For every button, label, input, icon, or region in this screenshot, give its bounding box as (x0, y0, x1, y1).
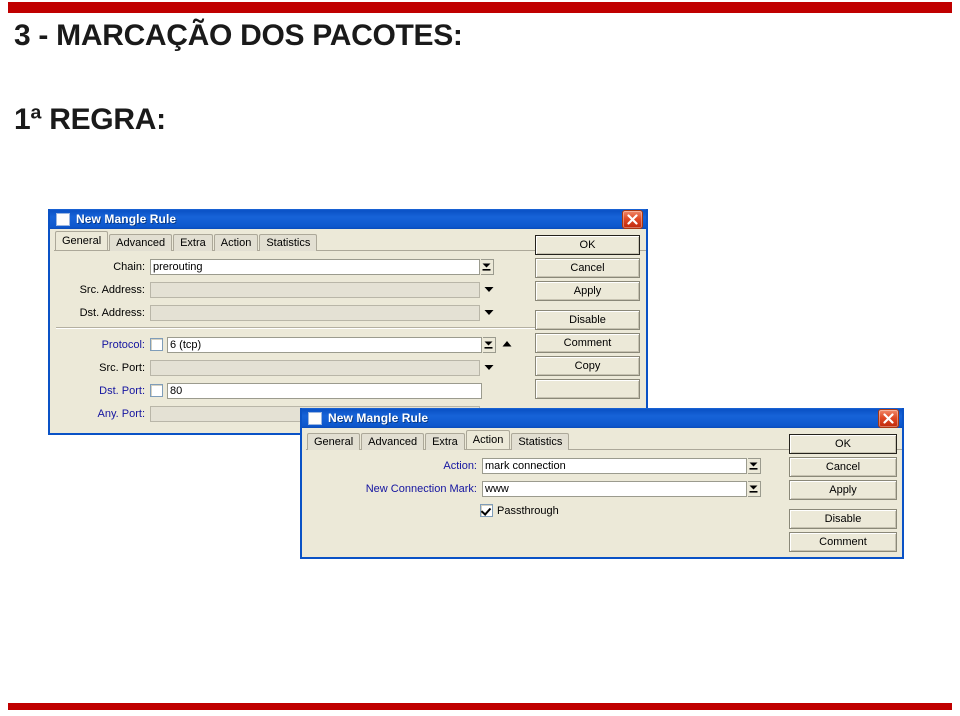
tab-advanced[interactable]: Advanced (109, 234, 173, 251)
disable-button[interactable]: Disable (789, 509, 897, 529)
new-connection-mark-dropdown-icon[interactable] (748, 480, 761, 497)
tab-extra[interactable]: Extra (173, 234, 213, 251)
copy-button[interactable]: Copy (535, 356, 640, 376)
protocol-label: Protocol: (101, 338, 145, 351)
dst-address-input[interactable] (150, 304, 480, 321)
action-dropdown-icon[interactable] (748, 457, 761, 474)
src-address-chevron-down-icon[interactable] (483, 282, 497, 298)
top-accent-bar (8, 2, 952, 13)
passthrough-label: Passthrough (497, 504, 559, 517)
tab-extra[interactable]: Extra (425, 433, 465, 450)
page-subtitle: 1ª REGRA: (14, 103, 166, 136)
protocol-checkbox[interactable] (150, 338, 163, 351)
tab-general[interactable]: General (307, 433, 361, 450)
remove-button[interactable] (535, 379, 640, 399)
comment-button[interactable]: Comment (535, 333, 640, 353)
bottom-accent-bar (8, 703, 952, 710)
button-column: OK Cancel Apply Disable Comment (789, 434, 897, 552)
protocol-input[interactable]: 6 (tcp) (167, 336, 482, 353)
window-body: General Advanced Extra Action Statistics… (50, 231, 646, 433)
chain-label: Chain: (113, 260, 145, 273)
any-port-label: Any. Port: (97, 407, 145, 420)
action-input[interactable]: mark connection (482, 457, 747, 474)
chain-dropdown-icon[interactable] (481, 258, 494, 275)
ok-button[interactable]: OK (789, 434, 897, 454)
dst-port-checkbox[interactable] (150, 384, 163, 397)
dst-port-input[interactable]: 80 (167, 382, 482, 399)
src-address-label: Src. Address: (79, 283, 145, 296)
cancel-button[interactable]: Cancel (535, 258, 640, 278)
disable-button[interactable]: Disable (535, 310, 640, 330)
window-title: New Mangle Rule (76, 212, 177, 226)
protocol-dropdown-icon[interactable] (483, 336, 496, 353)
src-port-input[interactable] (150, 359, 480, 376)
new-connection-mark-label: New Connection Mark: (365, 482, 477, 495)
tab-advanced[interactable]: Advanced (361, 433, 425, 450)
tab-action[interactable]: Action (213, 234, 259, 251)
window-icon (56, 212, 70, 226)
tab-statistics[interactable]: Statistics (259, 234, 318, 251)
src-port-label: Src. Port: (99, 361, 145, 374)
dst-port-label: Dst. Port: (99, 384, 145, 397)
new-connection-mark-input[interactable]: www (482, 480, 747, 497)
window-body: General Advanced Extra Action Statistics… (302, 430, 902, 557)
dst-address-chevron-down-icon[interactable] (483, 305, 497, 321)
title-bar[interactable]: New Mangle Rule (302, 408, 902, 428)
ok-button[interactable]: OK (535, 235, 640, 255)
tab-action[interactable]: Action (465, 430, 511, 449)
title-bar[interactable]: New Mangle Rule (50, 209, 646, 229)
close-icon[interactable] (878, 408, 899, 428)
chain-input[interactable]: prerouting (150, 258, 480, 275)
apply-button[interactable]: Apply (535, 281, 640, 301)
src-address-input[interactable] (150, 281, 480, 298)
dst-address-label: Dst. Address: (79, 306, 145, 319)
new-mangle-rule-window-action[interactable]: New Mangle Rule General Advanced Extra A… (300, 408, 904, 559)
window-title: New Mangle Rule (328, 411, 429, 425)
tab-general[interactable]: General (55, 231, 109, 250)
protocol-chevron-up-icon[interactable] (501, 337, 515, 353)
action-label: Action: (443, 459, 477, 472)
button-column: OK Cancel Apply Disable Comment Copy (535, 235, 640, 399)
cancel-button[interactable]: Cancel (789, 457, 897, 477)
new-mangle-rule-window-general[interactable]: New Mangle Rule General Advanced Extra A… (48, 209, 648, 435)
src-port-chevron-down-icon[interactable] (483, 360, 497, 376)
passthrough-checkbox[interactable] (480, 504, 493, 517)
page-title: 3 - MARCAÇÃO DOS PACOTES: (14, 19, 463, 52)
comment-button[interactable]: Comment (789, 532, 897, 552)
apply-button[interactable]: Apply (789, 480, 897, 500)
close-icon[interactable] (622, 209, 643, 229)
window-icon (308, 411, 322, 425)
tab-statistics[interactable]: Statistics (511, 433, 570, 450)
